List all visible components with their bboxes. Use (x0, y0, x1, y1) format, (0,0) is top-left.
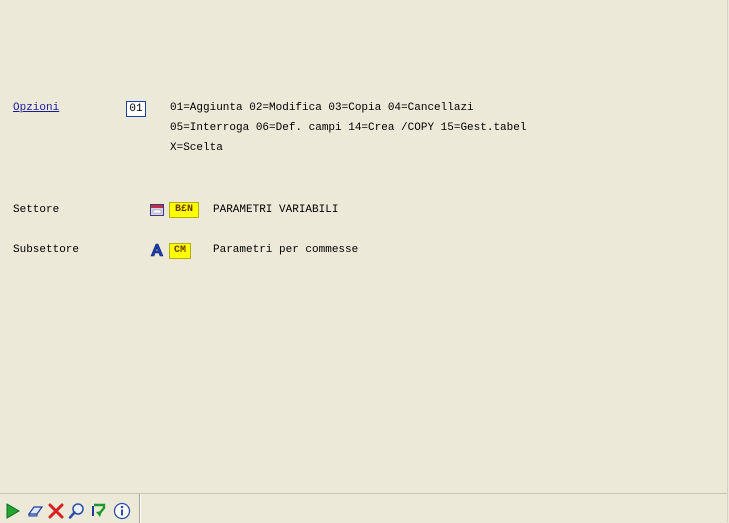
font-a-icon[interactable] (150, 243, 164, 257)
delete-icon[interactable] (47, 502, 65, 520)
eraser-icon[interactable] (26, 502, 44, 520)
bottom-toolbar (0, 493, 727, 523)
options-input[interactable] (126, 101, 146, 117)
settore-description: PARAMETRI VARIABILI (213, 204, 339, 216)
options-label[interactable]: Opzioni (13, 102, 59, 114)
subsettore-description: Parametri per commesse (213, 244, 359, 256)
settore-code[interactable]: B£N (169, 202, 199, 218)
window-icon[interactable] (150, 203, 164, 217)
subsettore-label: Subsettore (13, 244, 80, 256)
settore-label: Settore (13, 204, 60, 216)
run-icon[interactable] (4, 502, 22, 520)
search-icon[interactable] (68, 502, 86, 520)
refresh-icon[interactable] (90, 502, 108, 520)
options-line-2: 05=Interroga 06=Def. campi 14=Crea /COPY… (170, 122, 527, 134)
info-icon[interactable] (113, 502, 131, 520)
subsettore-code[interactable]: CM (169, 243, 191, 259)
main-window: Opzioni 01=Aggiunta 02=Modifica 03=Copia… (0, 0, 728, 523)
options-line-3: X=Scelta (170, 142, 223, 154)
options-line-1: 01=Aggiunta 02=Modifica 03=Copia 04=Canc… (170, 102, 474, 114)
toolbar-separator (139, 494, 141, 523)
